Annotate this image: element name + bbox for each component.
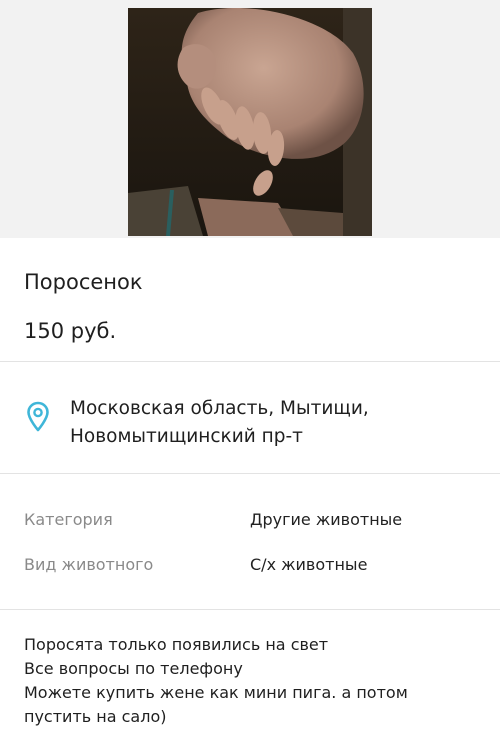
attribute-value-animal-type: С/х животные <box>250 555 368 574</box>
description-line: Можете купить жене как мини пига. а пото… <box>24 683 408 702</box>
photo-gallery[interactable] <box>0 0 500 238</box>
attribute-label-animal-type: Вид животного <box>24 555 154 574</box>
location-pin-icon <box>27 401 49 432</box>
divider <box>0 609 500 610</box>
description-line: Поросята только появились на свет <box>24 635 329 654</box>
location-line-1: Московская область, Мытищи, <box>70 398 369 419</box>
divider <box>0 473 500 474</box>
attribute-value-category: Другие животные <box>250 510 403 529</box>
attribute-label-category: Категория <box>24 510 113 529</box>
listing-title: Поросенок <box>24 270 143 294</box>
description-line: пустить на сало) <box>24 707 167 726</box>
listing-photo[interactable] <box>128 8 372 236</box>
listing-price: 150 руб. <box>24 319 117 343</box>
listing-location[interactable]: Московская область, Мытищи, Новомытищинс… <box>70 395 369 451</box>
divider <box>0 361 500 362</box>
listing-page: Поросенок 150 руб. Московская область, М… <box>0 0 500 752</box>
listing-description: Поросята только появились на свет Все во… <box>24 633 484 729</box>
description-line: Все вопросы по телефону <box>24 659 243 678</box>
location-line-2: Новомытищинский пр-т <box>70 426 303 447</box>
